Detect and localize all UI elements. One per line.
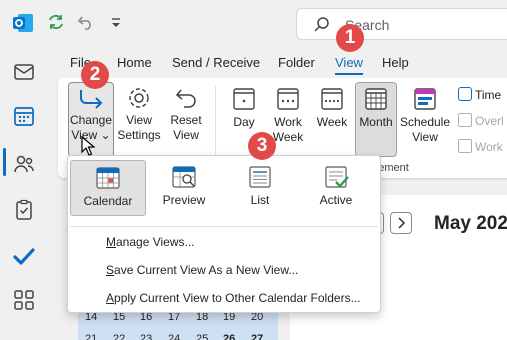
mouse-pointer-icon [81, 136, 95, 156]
work-hours-button[interactable]: Work [458, 139, 503, 154]
reset-view-label-2: View [173, 128, 199, 142]
reset-view-button[interactable]: Reset View [164, 86, 208, 143]
change-view-button[interactable]: Change View ⌄ [66, 86, 116, 143]
work-week-label-2: Week [272, 130, 304, 144]
next-month-button[interactable] [390, 212, 412, 234]
week-view-button[interactable]: Week [312, 86, 352, 130]
active-indicator [3, 148, 6, 176]
tasks-icon[interactable] [12, 198, 36, 222]
tab-view[interactable]: View [335, 55, 363, 70]
view-option-label: List [250, 193, 270, 207]
week-icon [321, 88, 343, 110]
change-view-label-1: Change [69, 113, 113, 127]
chevron-right-icon [398, 217, 406, 229]
view-option-label: Active [319, 193, 353, 207]
view-settings-label-2: Settings [117, 128, 161, 142]
mail-icon[interactable] [12, 60, 36, 84]
apps-icon[interactable] [12, 288, 36, 312]
menu-item-label: Apply Current View to Other Calendar Fol… [106, 291, 361, 305]
outlook-logo-icon[interactable] [11, 11, 35, 35]
dropdown-separator [70, 226, 378, 227]
month-label: Month [359, 115, 393, 129]
mini-cal-day[interactable]: 26 [223, 333, 235, 340]
chevron-down-icon: ⌄ [100, 128, 111, 142]
list-view-icon [249, 166, 271, 188]
view-option-label: Preview [162, 193, 206, 207]
active-view-icon [325, 166, 349, 188]
ribbon-separator [215, 86, 216, 156]
mini-cal-day[interactable]: 27 [251, 333, 263, 340]
week-label: Week [316, 115, 348, 129]
sync-icon[interactable] [46, 12, 66, 32]
search-box[interactable]: Search [296, 8, 507, 40]
month-title: May 202 [434, 213, 507, 234]
menu-item-label: Manage Views... [106, 235, 195, 249]
step-callout-3: 3 [248, 132, 276, 160]
mini-cal-day[interactable]: 23 [140, 333, 152, 340]
step-callout-2: 2 [81, 61, 109, 89]
work-week-icon [277, 88, 299, 110]
time-scale-label: Time [475, 88, 502, 102]
tab-folder[interactable]: Folder [278, 55, 315, 70]
overlay-icon [458, 113, 472, 127]
month-view-button[interactable]: Month [355, 86, 397, 130]
schedule-view-label-2: View [412, 130, 438, 144]
step-callout-1: 1 [336, 24, 364, 52]
overlay-button[interactable]: Overl [458, 113, 504, 128]
work-hours-label: Work [475, 140, 503, 154]
navigation-rail [0, 46, 48, 340]
mini-cal-day[interactable]: 21 [85, 333, 97, 340]
view-option-active[interactable]: Active [298, 160, 374, 216]
change-view-dropdown: Calendar Preview List Active Manage View… [67, 155, 381, 313]
work-week-label-1: Work [274, 115, 302, 129]
tab-send-receive[interactable]: Send / Receive [172, 55, 260, 70]
view-option-calendar[interactable]: Calendar [70, 160, 146, 216]
undo-icon[interactable] [76, 12, 96, 32]
calendar-view-icon [96, 167, 120, 189]
tab-home[interactable]: Home [117, 55, 152, 70]
day-label: Day [233, 115, 255, 129]
work-hours-icon [458, 139, 472, 153]
view-settings-label-1: View [126, 113, 152, 127]
schedule-icon [414, 88, 436, 110]
todo-icon[interactable] [12, 244, 36, 268]
manage-views-item[interactable]: Manage Views... [106, 235, 195, 249]
search-icon [314, 17, 329, 32]
mini-cal-day[interactable]: 24 [168, 333, 180, 340]
save-view-as-item[interactable]: Save Current View As a New View... [106, 263, 298, 277]
day-view-button[interactable]: Day [224, 86, 264, 130]
mini-cal-day[interactable]: 25 [196, 333, 208, 340]
title-bar: Search [0, 0, 507, 46]
mini-cal-day[interactable]: 22 [113, 333, 125, 340]
gear-icon [129, 88, 149, 108]
apply-view-item[interactable]: Apply Current View to Other Calendar Fol… [106, 291, 361, 305]
view-settings-button[interactable]: View Settings [116, 86, 162, 143]
clock-icon [458, 87, 472, 101]
change-view-icon [80, 90, 103, 109]
reset-icon [175, 89, 196, 108]
view-option-preview[interactable]: Preview [146, 160, 222, 216]
view-option-label: Calendar [83, 194, 133, 208]
people-icon[interactable] [12, 152, 36, 176]
active-tab-underline [335, 73, 363, 75]
tab-help[interactable]: Help [382, 55, 409, 70]
schedule-view-label-1: Schedule [399, 115, 451, 129]
customize-toolbar-icon[interactable] [106, 12, 126, 32]
view-option-list[interactable]: List [222, 160, 298, 216]
preview-view-icon [172, 166, 196, 188]
month-icon [365, 88, 387, 110]
menu-item-label: Save Current View As a New View... [106, 263, 299, 277]
reset-view-label-1: Reset [170, 113, 202, 127]
time-scale-button[interactable]: Time [458, 87, 501, 102]
overlay-label: Overl [475, 114, 504, 128]
schedule-view-button[interactable]: Schedule View [399, 86, 451, 145]
day-icon [233, 88, 255, 110]
calendar-icon[interactable] [12, 104, 36, 128]
